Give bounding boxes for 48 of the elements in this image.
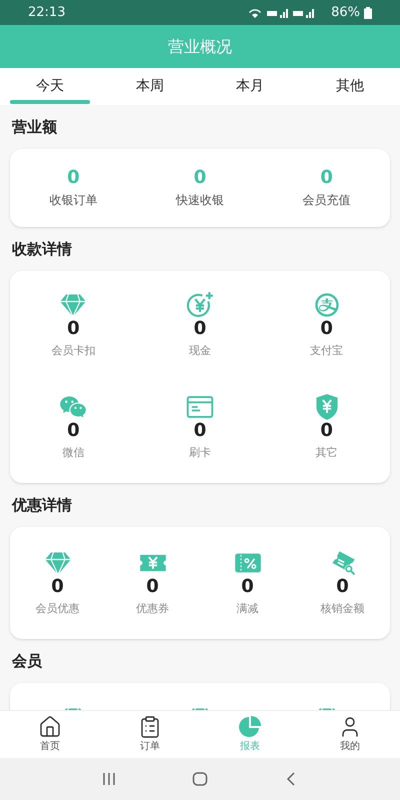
nav-tab[interactable]: 我的 xyxy=(300,711,400,758)
section-title: 优惠详情 xyxy=(10,495,73,516)
stat-label: 支付宝 xyxy=(310,343,344,359)
stat-value: 0 xyxy=(146,577,159,597)
home-icon xyxy=(38,715,62,739)
stat-label: 会员卡扣 xyxy=(51,343,96,359)
period-tab[interactable]: 其他 xyxy=(300,68,400,105)
period-tab[interactable]: 今天 xyxy=(0,68,100,105)
stat-label: 收银订单 xyxy=(49,192,98,209)
home-button-icon[interactable] xyxy=(192,771,208,787)
stat-label: 满减 xyxy=(236,601,258,617)
nav-tab[interactable]: 首页 xyxy=(0,711,100,758)
yen-coin-icon xyxy=(186,291,214,319)
stat-value: 0 xyxy=(51,577,64,597)
stat-value: 0 xyxy=(194,166,206,190)
stat-value: 0 xyxy=(320,421,333,441)
stat-label: 刷卡 xyxy=(188,445,211,461)
stat-label: 会员优惠 xyxy=(36,601,80,617)
stat-value: 0 xyxy=(320,319,333,339)
stat-label: 其它 xyxy=(316,445,338,461)
section-title: 营业额 xyxy=(11,117,58,138)
stat-value: 0 xyxy=(67,166,80,190)
stat-value: 0 xyxy=(67,421,80,441)
stat-label: 现金 xyxy=(188,343,211,359)
battery-icon xyxy=(364,6,372,18)
stat-value: 0 xyxy=(194,319,206,339)
section-title: 会员 xyxy=(10,651,43,672)
card-icon xyxy=(186,393,214,421)
alipay-icon xyxy=(312,291,341,319)
stat-value: 0 xyxy=(194,421,206,441)
stat-value: 0 xyxy=(241,577,254,597)
stat-label: 会员充值 xyxy=(302,192,351,209)
status-time: 22:13 xyxy=(28,4,66,22)
page-title: 营业概况 xyxy=(168,36,232,58)
section-title: 收款详情 xyxy=(11,239,73,260)
recent-apps-icon[interactable] xyxy=(101,771,118,787)
stat-value: 0 xyxy=(336,577,349,597)
stat-value: 0 xyxy=(67,319,80,339)
stat-value: 0 xyxy=(320,166,333,190)
period-tab[interactable]: 本月 xyxy=(200,68,300,105)
battery-percent: 86% xyxy=(331,4,360,22)
stat-label: 微信 xyxy=(62,445,84,461)
stat-label: 核销金额 xyxy=(320,601,364,617)
stat-label: 快速收银 xyxy=(176,192,224,209)
nav-tab[interactable]: 订单 xyxy=(100,711,200,758)
period-tab[interactable]: 本周 xyxy=(100,68,200,105)
pie-chart-icon xyxy=(238,715,262,739)
stat-label: 优惠券 xyxy=(136,601,169,617)
